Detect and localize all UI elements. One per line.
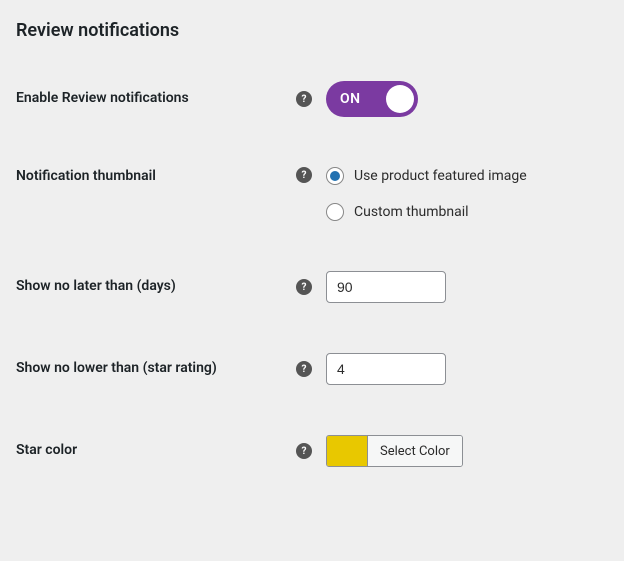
- color-swatch: [327, 436, 367, 466]
- radio-row-custom[interactable]: Custom thumbnail: [326, 203, 469, 221]
- label-days: Show no later than (days): [16, 277, 296, 297]
- select-color-button: Select Color: [367, 436, 462, 466]
- label-thumbnail: Notification thumbnail: [16, 167, 296, 187]
- row-days: Show no later than (days) ?: [16, 271, 608, 303]
- help-icon[interactable]: ?: [296, 279, 312, 295]
- toggle-enable-notifications[interactable]: ON: [326, 81, 418, 117]
- help-icon[interactable]: ?: [296, 443, 312, 459]
- control-enable-notifications: ON: [326, 81, 418, 117]
- control-thumbnail: Use product featured image Custom thumbn…: [326, 167, 527, 221]
- label-enable-notifications: Enable Review notifications: [16, 89, 296, 109]
- section-title: Review notifications: [16, 20, 608, 41]
- help-icon[interactable]: ?: [296, 361, 312, 377]
- color-picker[interactable]: Select Color: [326, 435, 463, 467]
- radio-label-custom: Custom thumbnail: [354, 204, 469, 220]
- input-days[interactable]: [326, 271, 446, 303]
- row-enable-notifications: Enable Review notifications ? ON: [16, 81, 608, 117]
- row-thumbnail: Notification thumbnail ? Use product fea…: [16, 167, 608, 221]
- input-rating[interactable]: [326, 353, 446, 385]
- toggle-state-label: ON: [340, 91, 361, 107]
- row-rating: Show no lower than (star rating) ?: [16, 353, 608, 385]
- label-star-color: Star color: [16, 441, 296, 461]
- radio-custom-thumbnail[interactable]: [326, 203, 344, 221]
- row-star-color: Star color ? Select Color: [16, 435, 608, 467]
- help-icon[interactable]: ?: [296, 167, 312, 183]
- control-star-color: Select Color: [326, 435, 463, 467]
- label-rating: Show no lower than (star rating): [16, 359, 296, 379]
- radio-featured-image[interactable]: [326, 167, 344, 185]
- toggle-thumb: [386, 85, 414, 113]
- control-days: [326, 271, 446, 303]
- radio-label-featured: Use product featured image: [354, 168, 527, 184]
- control-rating: [326, 353, 446, 385]
- radio-row-featured[interactable]: Use product featured image: [326, 167, 527, 185]
- help-icon[interactable]: ?: [296, 91, 312, 107]
